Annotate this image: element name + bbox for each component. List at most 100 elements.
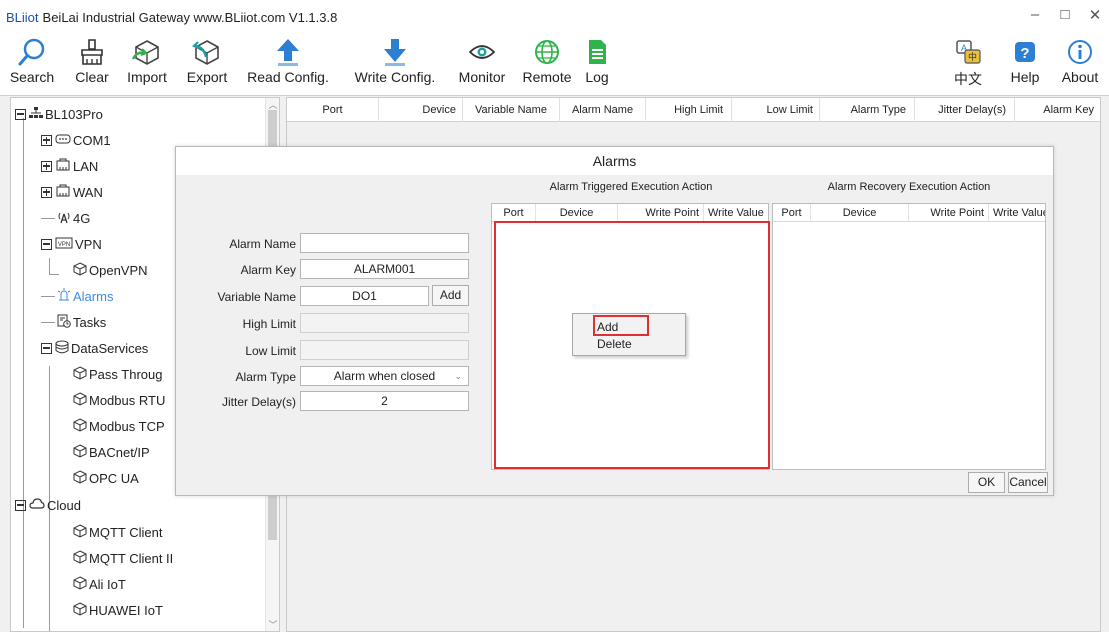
- col-header-low-limit[interactable]: Low Limit: [732, 98, 820, 122]
- minimize-button[interactable]: –: [1027, 6, 1043, 24]
- triggered-col-device[interactable]: Device: [536, 204, 618, 222]
- document-icon: [582, 37, 612, 67]
- tree-root-bl103pro[interactable]: BL103Pro: [15, 101, 103, 127]
- search-button[interactable]: Search: [2, 34, 62, 96]
- language-button[interactable]: A中 中文: [948, 34, 988, 96]
- expand-icon[interactable]: [41, 186, 52, 198]
- tree-item-cloud[interactable]: Cloud: [15, 492, 81, 518]
- expand-icon[interactable]: [41, 134, 52, 146]
- col-header-port[interactable]: Port: [287, 98, 379, 122]
- tree-item-ali-iot[interactable]: Ali IoT: [73, 571, 126, 597]
- variable-name-input[interactable]: DO1: [300, 286, 429, 306]
- scroll-down-icon[interactable]: ﹀: [266, 618, 279, 631]
- language-icon: A中: [953, 37, 983, 67]
- svg-text:?: ?: [1020, 45, 1029, 62]
- tree-item-modbus-rtu[interactable]: Modbus RTU: [73, 387, 165, 413]
- collapse-icon[interactable]: [15, 108, 26, 120]
- database-icon: [55, 340, 69, 357]
- tree-item-4g[interactable]: 4G: [41, 205, 90, 231]
- col-header-high-limit[interactable]: High Limit: [646, 98, 732, 122]
- help-button[interactable]: ? Help: [1004, 34, 1046, 96]
- export-button[interactable]: Export: [178, 34, 236, 96]
- tree-label-mqtt-client: MQTT Client: [89, 524, 163, 540]
- tree-label-cloud: Cloud: [47, 497, 81, 513]
- recovery-col-write-value[interactable]: Write Value: [989, 204, 1045, 222]
- clear-button[interactable]: Clear: [70, 34, 114, 96]
- collapse-icon[interactable]: [41, 238, 52, 250]
- about-button[interactable]: About: [1054, 34, 1106, 96]
- recovery-action-table[interactable]: Port Device Write Point Write Value: [772, 203, 1046, 470]
- collapse-icon[interactable]: [15, 499, 26, 511]
- maximize-button[interactable]: □: [1057, 6, 1073, 24]
- collapse-icon[interactable]: [41, 342, 52, 354]
- tree-item-com1[interactable]: COM1: [41, 127, 111, 153]
- tree-item-wan[interactable]: WAN: [41, 179, 103, 205]
- ok-button[interactable]: OK: [968, 472, 1005, 493]
- close-button[interactable]: ✕: [1087, 6, 1103, 24]
- tree-item-tasks[interactable]: Tasks: [41, 309, 106, 335]
- col-header-device[interactable]: Device: [379, 98, 463, 122]
- col-header-alarm-name[interactable]: Alarm Name: [560, 98, 646, 122]
- alarm-type-select[interactable]: Alarm when closed ⌄: [300, 366, 469, 386]
- tree-label-vpn: VPN: [75, 236, 102, 252]
- col-header-jitter-delay[interactable]: Jitter Delay(s): [915, 98, 1015, 122]
- import-button[interactable]: Import: [118, 34, 176, 96]
- tree-item-vpn[interactable]: VPN VPN: [41, 231, 102, 257]
- title-bar: BLiiot BeiLai Industrial Gateway www.BLi…: [0, 0, 1109, 34]
- triggered-col-port[interactable]: Port: [492, 204, 536, 222]
- chevron-down-icon: ⌄: [454, 371, 462, 381]
- alarm-key-input[interactable]: ALARM001: [300, 259, 469, 279]
- cloud-icon: [29, 497, 45, 514]
- tree-line: [49, 258, 50, 274]
- monitor-button[interactable]: Monitor: [450, 34, 514, 96]
- cancel-button[interactable]: Cancel: [1008, 472, 1048, 493]
- alarm-key-label: Alarm Key: [240, 263, 296, 277]
- expand-icon[interactable]: [41, 160, 52, 172]
- tree-label-lan: LAN: [73, 158, 99, 174]
- tree-item-opcua[interactable]: OPC UA: [73, 465, 139, 491]
- tree-item-huawei-iot[interactable]: HUAWEI IoT: [73, 597, 163, 623]
- export-icon: [192, 37, 222, 67]
- triggered-col-write-value[interactable]: Write Value: [704, 204, 768, 222]
- tree-label-root: BL103Pro: [45, 106, 103, 122]
- write-config-button[interactable]: Write Config.: [342, 34, 448, 96]
- col-header-alarm-key[interactable]: Alarm Key: [1015, 98, 1100, 122]
- tree-label-tasks: Tasks: [73, 314, 107, 330]
- high-limit-input[interactable]: [300, 313, 469, 333]
- antenna-icon: [57, 210, 71, 227]
- tree-label-wan: WAN: [73, 184, 103, 200]
- tree-item-dataservices[interactable]: DataServices: [41, 335, 148, 361]
- recovery-col-device[interactable]: Device: [811, 204, 909, 222]
- monitor-label: Monitor: [458, 69, 506, 85]
- variable-add-button[interactable]: Add: [432, 285, 469, 306]
- remote-button[interactable]: Remote: [516, 34, 578, 96]
- tree-label-modbus-rtu: Modbus RTU: [89, 392, 166, 408]
- language-label: 中文: [954, 71, 982, 87]
- tree-item-mqtt-client-2[interactable]: MQTT Client II: [73, 545, 173, 571]
- low-limit-input[interactable]: [300, 340, 469, 360]
- read-config-button[interactable]: Read Config.: [240, 34, 336, 96]
- tree-item-modbus-tcp[interactable]: Modbus TCP: [73, 413, 165, 439]
- jitter-delay-input[interactable]: 2: [300, 391, 469, 411]
- alarm-name-input[interactable]: [300, 233, 469, 253]
- tree-item-alarms[interactable]: Alarms: [41, 283, 113, 309]
- log-button[interactable]: Log: [580, 34, 614, 96]
- cube-icon: [73, 391, 87, 409]
- window-controls: – □ ✕: [1027, 6, 1103, 24]
- tree-label-modbus-tcp: Modbus TCP: [89, 418, 165, 434]
- triggered-col-write-point[interactable]: Write Point: [618, 204, 704, 222]
- col-header-variable-name[interactable]: Variable Name: [463, 98, 560, 122]
- tree-item-pass-through[interactable]: Pass Throug: [73, 361, 162, 387]
- tree-item-mqtt-client[interactable]: MQTT Client: [73, 519, 162, 545]
- tree-label-openvpn: OpenVPN: [89, 262, 148, 278]
- tree-item-lan[interactable]: LAN: [41, 153, 98, 179]
- eye-icon: [467, 37, 497, 67]
- recovery-col-write-point[interactable]: Write Point: [909, 204, 989, 222]
- tree-item-bacnet[interactable]: BACnet/IP: [73, 439, 150, 465]
- col-header-alarm-type[interactable]: Alarm Type: [820, 98, 915, 122]
- context-menu-delete[interactable]: Delete: [597, 337, 632, 351]
- recovery-col-port[interactable]: Port: [773, 204, 811, 222]
- write-config-label: Write Config.: [354, 69, 436, 85]
- tree-item-openvpn[interactable]: OpenVPN: [73, 257, 148, 283]
- ethernet-port-icon: [55, 184, 71, 201]
